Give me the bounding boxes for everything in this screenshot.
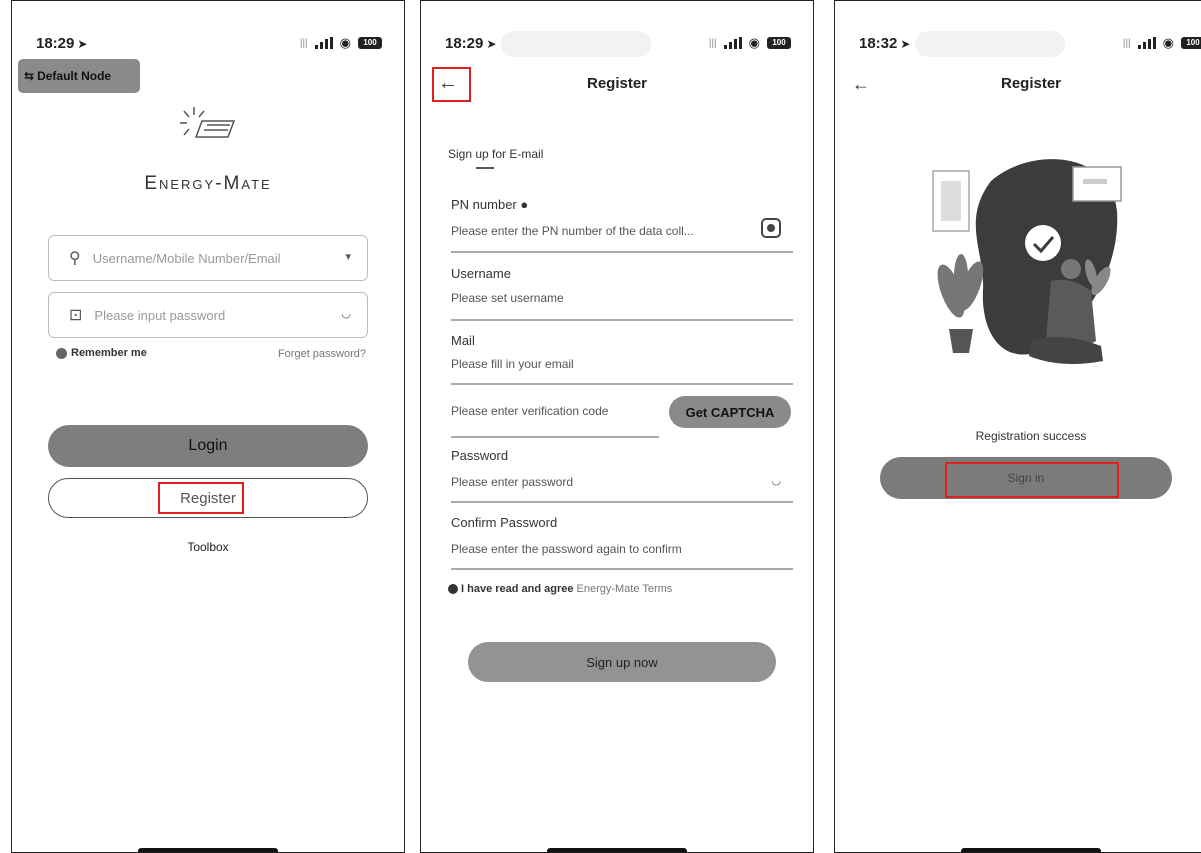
- username-input[interactable]: Please set username: [451, 291, 564, 305]
- email-input[interactable]: Please fill in your email: [451, 357, 574, 371]
- divider: [451, 319, 793, 321]
- battery-icon: 100: [767, 37, 791, 49]
- registration-success-screen: 18:32 ➤ ||| ◉ 100 ← Register Registration…: [834, 0, 1201, 853]
- verification-code-input[interactable]: Please enter verification code: [451, 404, 608, 418]
- lock-icon: ⊡: [69, 307, 83, 324]
- terms-link[interactable]: Energy-Mate Terms: [577, 583, 673, 595]
- status-icons: ||| ◉ 100: [300, 35, 382, 51]
- username-label: Username: [451, 266, 511, 281]
- status-icons: ||| ◉ 100: [709, 35, 791, 51]
- status-bar: 18:32 ➤ ||| ◉ 100: [835, 31, 1201, 57]
- home-indicator: [961, 848, 1101, 852]
- get-captcha-button[interactable]: Get CAPTCHA: [669, 396, 791, 428]
- divider: [451, 501, 793, 503]
- page-title: Register: [1000, 75, 1062, 92]
- eye-closed-icon[interactable]: ◡: [771, 474, 781, 487]
- password-input[interactable]: Please enter password: [451, 475, 573, 489]
- switch-icon: ⇆: [24, 69, 35, 83]
- remember-me-checkbox[interactable]: Remember me: [56, 347, 147, 359]
- eye-closed-icon[interactable]: ◡: [341, 307, 351, 320]
- radio-icon: [448, 584, 458, 594]
- status-bar: 18:29 ➤ ||| ◉ 100: [12, 31, 404, 55]
- agree-terms-checkbox[interactable]: I have read and agree Energy-Mate Terms: [448, 583, 672, 595]
- wifi-icon: ◉: [1162, 35, 1174, 50]
- signal-icon: [723, 37, 742, 49]
- user-icon: ⚲: [69, 250, 81, 267]
- divider: [451, 568, 793, 570]
- brand-name: Energy-Mate: [144, 173, 272, 194]
- highlight-box: [945, 462, 1119, 498]
- forget-password-link[interactable]: Forget password?: [278, 348, 366, 360]
- highlight-box: [158, 482, 244, 514]
- password-label: Password: [451, 448, 509, 463]
- battery-icon: 100: [358, 37, 382, 49]
- divider: [451, 251, 793, 253]
- home-indicator: [138, 848, 278, 852]
- solar-logo-icon: [180, 107, 236, 138]
- dynamic-island: [501, 31, 651, 57]
- username-input[interactable]: ⚲ Username/Mobile Number/Email ▾: [48, 235, 368, 281]
- agree-label: I have read and agree: [461, 583, 574, 595]
- pn-number-input[interactable]: Please enter the PN number of the data c…: [451, 224, 694, 238]
- sign-up-now-button[interactable]: Sign up now: [468, 642, 776, 682]
- page-title: Register: [586, 75, 648, 92]
- tab-indicator: [476, 167, 494, 169]
- check-icon: [56, 347, 67, 359]
- register-screen: 18:29 ➤ ||| ◉ 100 ← Register Sign up for …: [420, 0, 814, 853]
- signal-icon: [1137, 37, 1156, 49]
- remember-me-label: Remember me: [71, 347, 147, 359]
- status-time: 18:29 ➤: [445, 35, 497, 52]
- registration-success-message: Registration success: [975, 429, 1087, 443]
- info-icon[interactable]: ●: [520, 197, 528, 212]
- wifi-icon: ◉: [339, 35, 351, 50]
- home-indicator: [547, 848, 687, 852]
- status-time: 18:29 ➤: [36, 35, 88, 52]
- divider: [451, 383, 793, 385]
- login-screen: 18:29 ➤ ||| ◉ 100 ⇆ Default Node Energy-Ma…: [11, 0, 405, 853]
- password-placeholder: Please input password: [94, 307, 226, 323]
- username-placeholder: Username/Mobile Number/Email: [92, 250, 281, 266]
- mail-label: Mail: [451, 333, 475, 348]
- pn-number-label: PN number ●: [451, 197, 529, 212]
- chevron-down-icon[interactable]: ▾: [345, 250, 351, 263]
- password-input[interactable]: ⊡ Please input password ◡: [48, 292, 368, 338]
- status-icons: ||| ◉ 100: [1123, 35, 1201, 51]
- default-node-button[interactable]: ⇆ Default Node: [18, 59, 140, 93]
- dynamic-island: [915, 31, 1065, 57]
- login-button[interactable]: Login: [48, 425, 368, 467]
- tab-sign-up-email[interactable]: Sign up for E-mail: [448, 147, 543, 161]
- default-node-label: Default Node: [37, 69, 112, 83]
- confirm-password-label: Confirm Password: [451, 515, 558, 530]
- confirm-password-input[interactable]: Please enter the password again to confi…: [451, 542, 682, 556]
- status-time: 18:32 ➤: [859, 35, 911, 52]
- wifi-icon: ◉: [748, 35, 760, 50]
- divider: [451, 436, 659, 438]
- signal-icon: [314, 37, 333, 49]
- status-bar: 18:29 ➤ ||| ◉ 100: [421, 31, 813, 57]
- scan-icon[interactable]: [761, 218, 781, 238]
- battery-icon: 100: [1181, 37, 1201, 49]
- toolbox-link[interactable]: Toolbox: [12, 540, 404, 554]
- success-illustration: [932, 159, 1122, 365]
